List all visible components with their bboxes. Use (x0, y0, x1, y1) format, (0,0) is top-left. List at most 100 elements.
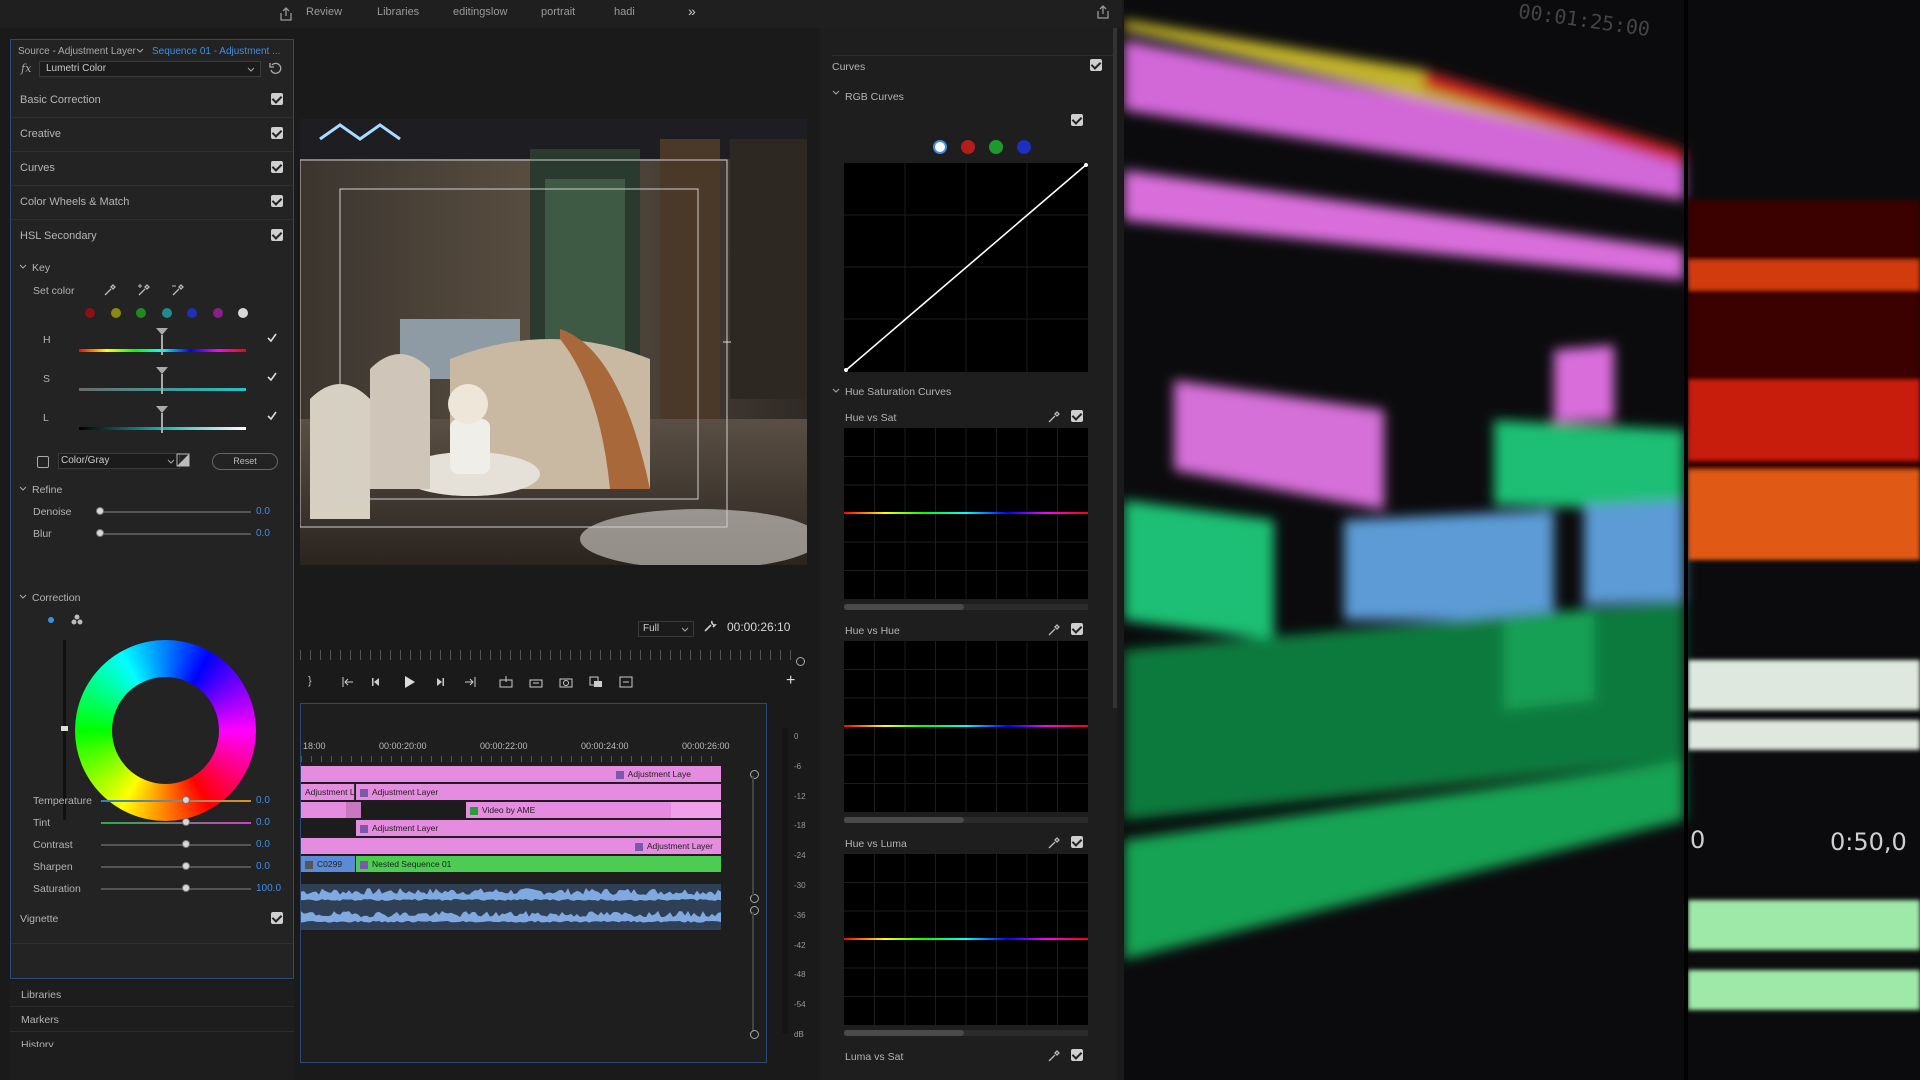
eyedropper-icon[interactable] (103, 283, 117, 297)
key-swatch[interactable] (136, 308, 146, 318)
eyedropper-icon[interactable] (1047, 623, 1061, 637)
luma-vertical-knob[interactable] (61, 726, 68, 731)
curve-channel-button[interactable] (961, 140, 975, 154)
camera-icon[interactable] (558, 675, 574, 689)
color-gray-select[interactable]: Color/Gray (58, 453, 180, 469)
section-checkbox[interactable] (271, 229, 283, 241)
clip-video-by-ame[interactable]: Video by AME (466, 802, 671, 818)
key-swatch[interactable] (85, 308, 95, 318)
param-slider[interactable] (101, 888, 251, 890)
tab-hadi[interactable]: hadi (614, 6, 635, 18)
param-knob[interactable] (182, 796, 190, 804)
sequence-label[interactable]: Sequence 01 - Adjustment ... (152, 46, 280, 57)
denoise-slider[interactable] (99, 511, 251, 513)
hue-curve-graph[interactable] (844, 854, 1088, 1025)
tab-libraries[interactable]: Libraries (377, 6, 419, 18)
scroll-handle[interactable] (750, 1030, 759, 1039)
tab-review[interactable]: Review (306, 6, 342, 18)
clip-c0299[interactable]: C0299 (301, 856, 355, 872)
program-monitor-frame[interactable] (300, 119, 807, 565)
audio-scrollbar[interactable] (752, 912, 754, 1032)
section-color-wheels[interactable]: Color Wheels & Match (11, 185, 293, 220)
clip-adjustment-layer[interactable]: Adjustment Layer (356, 784, 721, 800)
param-value[interactable]: 0.0 (256, 861, 270, 872)
step-forward-icon[interactable] (434, 676, 446, 688)
step-back-icon[interactable] (370, 676, 382, 688)
section-checkbox[interactable] (271, 195, 283, 207)
section-basic-correction[interactable]: Basic Correction (11, 83, 293, 118)
add-button-icon[interactable]: + (786, 672, 795, 690)
extract-icon[interactable] (528, 675, 544, 689)
graph-checkbox[interactable] (1071, 623, 1083, 635)
denoise-knob[interactable] (96, 507, 104, 515)
rgb-curves-checkbox[interactable] (1071, 114, 1083, 126)
param-slider[interactable] (101, 866, 251, 868)
param-slider[interactable] (101, 800, 251, 802)
param-value[interactable]: 100.0 (256, 883, 281, 894)
blur-value[interactable]: 0.0 (256, 528, 270, 539)
curves-checkbox[interactable] (1090, 59, 1102, 71)
reset-effect-icon[interactable] (268, 61, 282, 75)
play-icon[interactable] (403, 675, 416, 689)
chevron-down-icon[interactable] (19, 594, 27, 600)
chevron-down-icon[interactable] (19, 486, 27, 492)
param-knob[interactable] (182, 884, 190, 892)
saturation-checkmark-icon[interactable] (266, 371, 278, 383)
luma-checkmark-icon[interactable] (266, 410, 278, 422)
saturation-range-handle[interactable] (155, 366, 169, 396)
insert-icon[interactable] (588, 675, 604, 689)
go-to-out-icon[interactable] (463, 676, 477, 688)
blur-knob[interactable] (96, 529, 104, 537)
zoom-select[interactable]: Full (638, 621, 694, 637)
tab-libraries-panel[interactable]: Libraries (21, 989, 61, 1001)
lift-icon[interactable] (498, 675, 514, 689)
section-checkbox[interactable] (271, 127, 283, 139)
curve-channel-button[interactable] (933, 140, 947, 154)
section-creative[interactable]: Creative (11, 117, 293, 152)
clip-adjustment-top[interactable]: Adjustment Laye (301, 766, 721, 782)
tab-portrait[interactable]: portrait (541, 6, 575, 18)
eyedropper-icon[interactable] (1047, 410, 1061, 424)
rgb-curve-graph[interactable] (844, 163, 1088, 372)
section-curves[interactable]: Curves (11, 151, 293, 186)
tab-markers-panel[interactable]: Markers (21, 1014, 59, 1026)
chevron-down-icon[interactable] (136, 48, 144, 54)
tab-history-panel[interactable]: History (21, 1039, 54, 1047)
param-value[interactable]: 0.0 (256, 795, 270, 806)
chevron-down-icon[interactable] (832, 90, 840, 96)
panel-scrollbar[interactable] (1113, 28, 1117, 708)
hue-checkmark-icon[interactable] (266, 332, 278, 344)
invert-mask-icon[interactable] (176, 453, 190, 467)
key-swatch[interactable] (161, 308, 172, 318)
hue-curve-graph[interactable] (844, 428, 1088, 599)
param-knob[interactable] (182, 840, 190, 848)
mark-out-icon[interactable]: } (308, 675, 312, 687)
hue-range-handle[interactable] (155, 327, 169, 357)
key-swatch[interactable] (238, 308, 248, 318)
export-icon[interactable] (278, 6, 294, 22)
clip-adjustment-l[interactable]: Adjustment L (301, 784, 355, 800)
param-value[interactable]: 0.0 (256, 817, 270, 828)
graph-checkbox[interactable] (1071, 1049, 1083, 1061)
graph-scrollbar[interactable] (844, 604, 1088, 610)
clip-pink-tail[interactable] (671, 802, 721, 818)
luma-range-handle[interactable] (155, 405, 169, 435)
overwrite-icon[interactable] (618, 675, 634, 689)
wrench-icon[interactable] (703, 619, 717, 633)
single-wheel-toggle-icon[interactable] (48, 617, 54, 623)
timeline-scrollbar[interactable] (752, 776, 754, 896)
clip-pink-short[interactable] (301, 802, 346, 818)
clip-adjustment-layer-3[interactable]: Adjustment Layer (301, 838, 721, 854)
rgb-curve-line[interactable] (844, 163, 1088, 372)
chevron-down-icon[interactable] (832, 388, 840, 394)
go-to-in-icon[interactable] (341, 676, 355, 688)
curve-channel-button[interactable] (989, 140, 1003, 154)
color-gray-checkbox[interactable] (37, 456, 49, 468)
clip-adjustment-layer-2[interactable]: Adjustment Layer (356, 820, 721, 836)
monitor-time-ruler[interactable] (300, 650, 800, 660)
share-icon[interactable] (1095, 4, 1111, 20)
color-wheel[interactable] (75, 640, 256, 821)
audio-waveform[interactable] (301, 884, 721, 930)
param-slider[interactable] (101, 844, 251, 846)
eyedropper-icon[interactable] (1047, 1049, 1061, 1063)
